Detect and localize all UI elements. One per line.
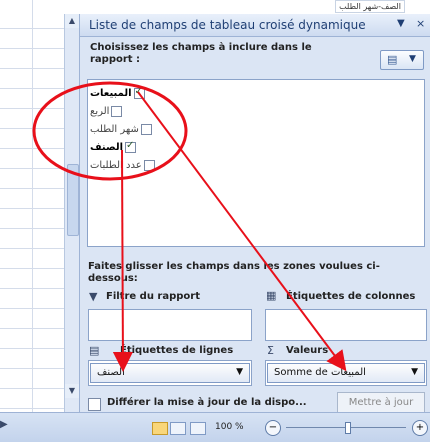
close-icon[interactable]: × [416,17,425,30]
horizontal-scroll-right-icon[interactable]: ▶ [0,419,8,430]
filter-drop-zone[interactable] [88,309,252,341]
pane-options-dropdown-icon[interactable]: ▼ [397,18,405,29]
field-item[interactable]: شهر الطلب [90,122,152,136]
rows-icon: ▤ [89,344,100,357]
columns-drop-zone[interactable] [265,309,427,341]
defer-update-label: Différer la mise à jour de la dispo... [107,397,307,408]
field-checkbox[interactable] [143,159,155,171]
status-bar: ▶ 100 % − + [0,412,430,442]
scroll-up-icon[interactable]: ▲ [65,14,79,28]
field-checkbox[interactable] [140,123,152,135]
values-zone-label: Valeurs [286,345,329,356]
defer-update-checkbox[interactable] [88,398,101,411]
field-label: الصنف [90,141,124,153]
zoom-level[interactable]: 100 % [215,422,244,432]
drag-fields-text: Faites glisser les champs dans les zones… [88,261,380,284]
zoom-in-icon[interactable]: + [412,420,428,436]
normal-view-icon[interactable] [152,422,168,435]
layout-button[interactable]: ▤ ▼ [380,50,424,70]
field-item[interactable]: الربع [90,104,123,118]
spreadsheet-top-strip: الصف-شهر الطلب [0,0,430,14]
rows-drop-zone[interactable]: الصنف ▼ [88,360,252,386]
field-item[interactable]: الصنف [90,140,137,154]
pivot-field-list-pane: Liste de champs de tableau croisé dynami… [79,14,430,414]
page-break-view-icon[interactable] [190,422,206,435]
field-checkbox[interactable] [111,105,123,117]
rows-field-chip[interactable]: الصنف ▼ [90,363,250,383]
spreadsheet-grid[interactable] [0,0,64,412]
rows-field-label: الصنف [97,367,125,378]
values-field-label: Somme de المبيعات [274,367,366,378]
chevron-down-icon: ▼ [409,54,416,64]
choose-fields-text: Choisissez les champs à inclure dans le … [90,42,312,65]
pane-title: Liste de champs de tableau croisé dynami… [89,18,366,32]
zoom-out-icon[interactable]: − [265,420,281,436]
field-label: عدد الطلبات [90,159,142,171]
field-item[interactable]: المبيعات [90,86,145,100]
filter-icon: ▼ [89,290,98,303]
columns-zone-label: Étiquettes de colonnes [286,291,416,302]
field-label: المبيعات [90,87,132,99]
chevron-down-icon[interactable]: ▼ [236,367,243,377]
field-label: شهر الطلب [90,123,139,135]
values-field-chip[interactable]: Somme de المبيعات ▼ [267,363,425,383]
sigma-icon: Σ [267,344,274,357]
pane-title-bar: Liste de champs de tableau croisé dynami… [80,14,430,37]
layout-icon: ▤ [387,53,398,66]
field-label: الربع [90,105,110,117]
update-button[interactable]: Mettre à jour [337,392,425,414]
chevron-down-icon[interactable]: ▼ [411,367,418,377]
zoom-slider-handle[interactable] [345,422,351,434]
values-drop-zone[interactable]: Somme de المبيعات ▼ [265,360,427,386]
spreadsheet-cell[interactable]: الصف-شهر الطلب [335,0,405,13]
field-checkbox[interactable] [125,140,137,153]
field-checkbox[interactable] [133,86,145,99]
filter-zone-label: Filtre du rapport [106,291,200,302]
scroll-thumb[interactable] [67,164,79,236]
scroll-down-icon[interactable]: ▼ [65,384,79,398]
field-list: المبيعات الربع شهر الطلب الصنف عدد الطلب… [87,79,425,247]
page-layout-view-icon[interactable] [170,422,186,435]
field-item[interactable]: عدد الطلبات [90,158,155,172]
vertical-scrollbar[interactable]: ▲ ▼ [64,14,79,412]
columns-icon: ▦ [266,289,277,302]
rows-zone-label: Étiquettes de lignes [120,345,234,356]
